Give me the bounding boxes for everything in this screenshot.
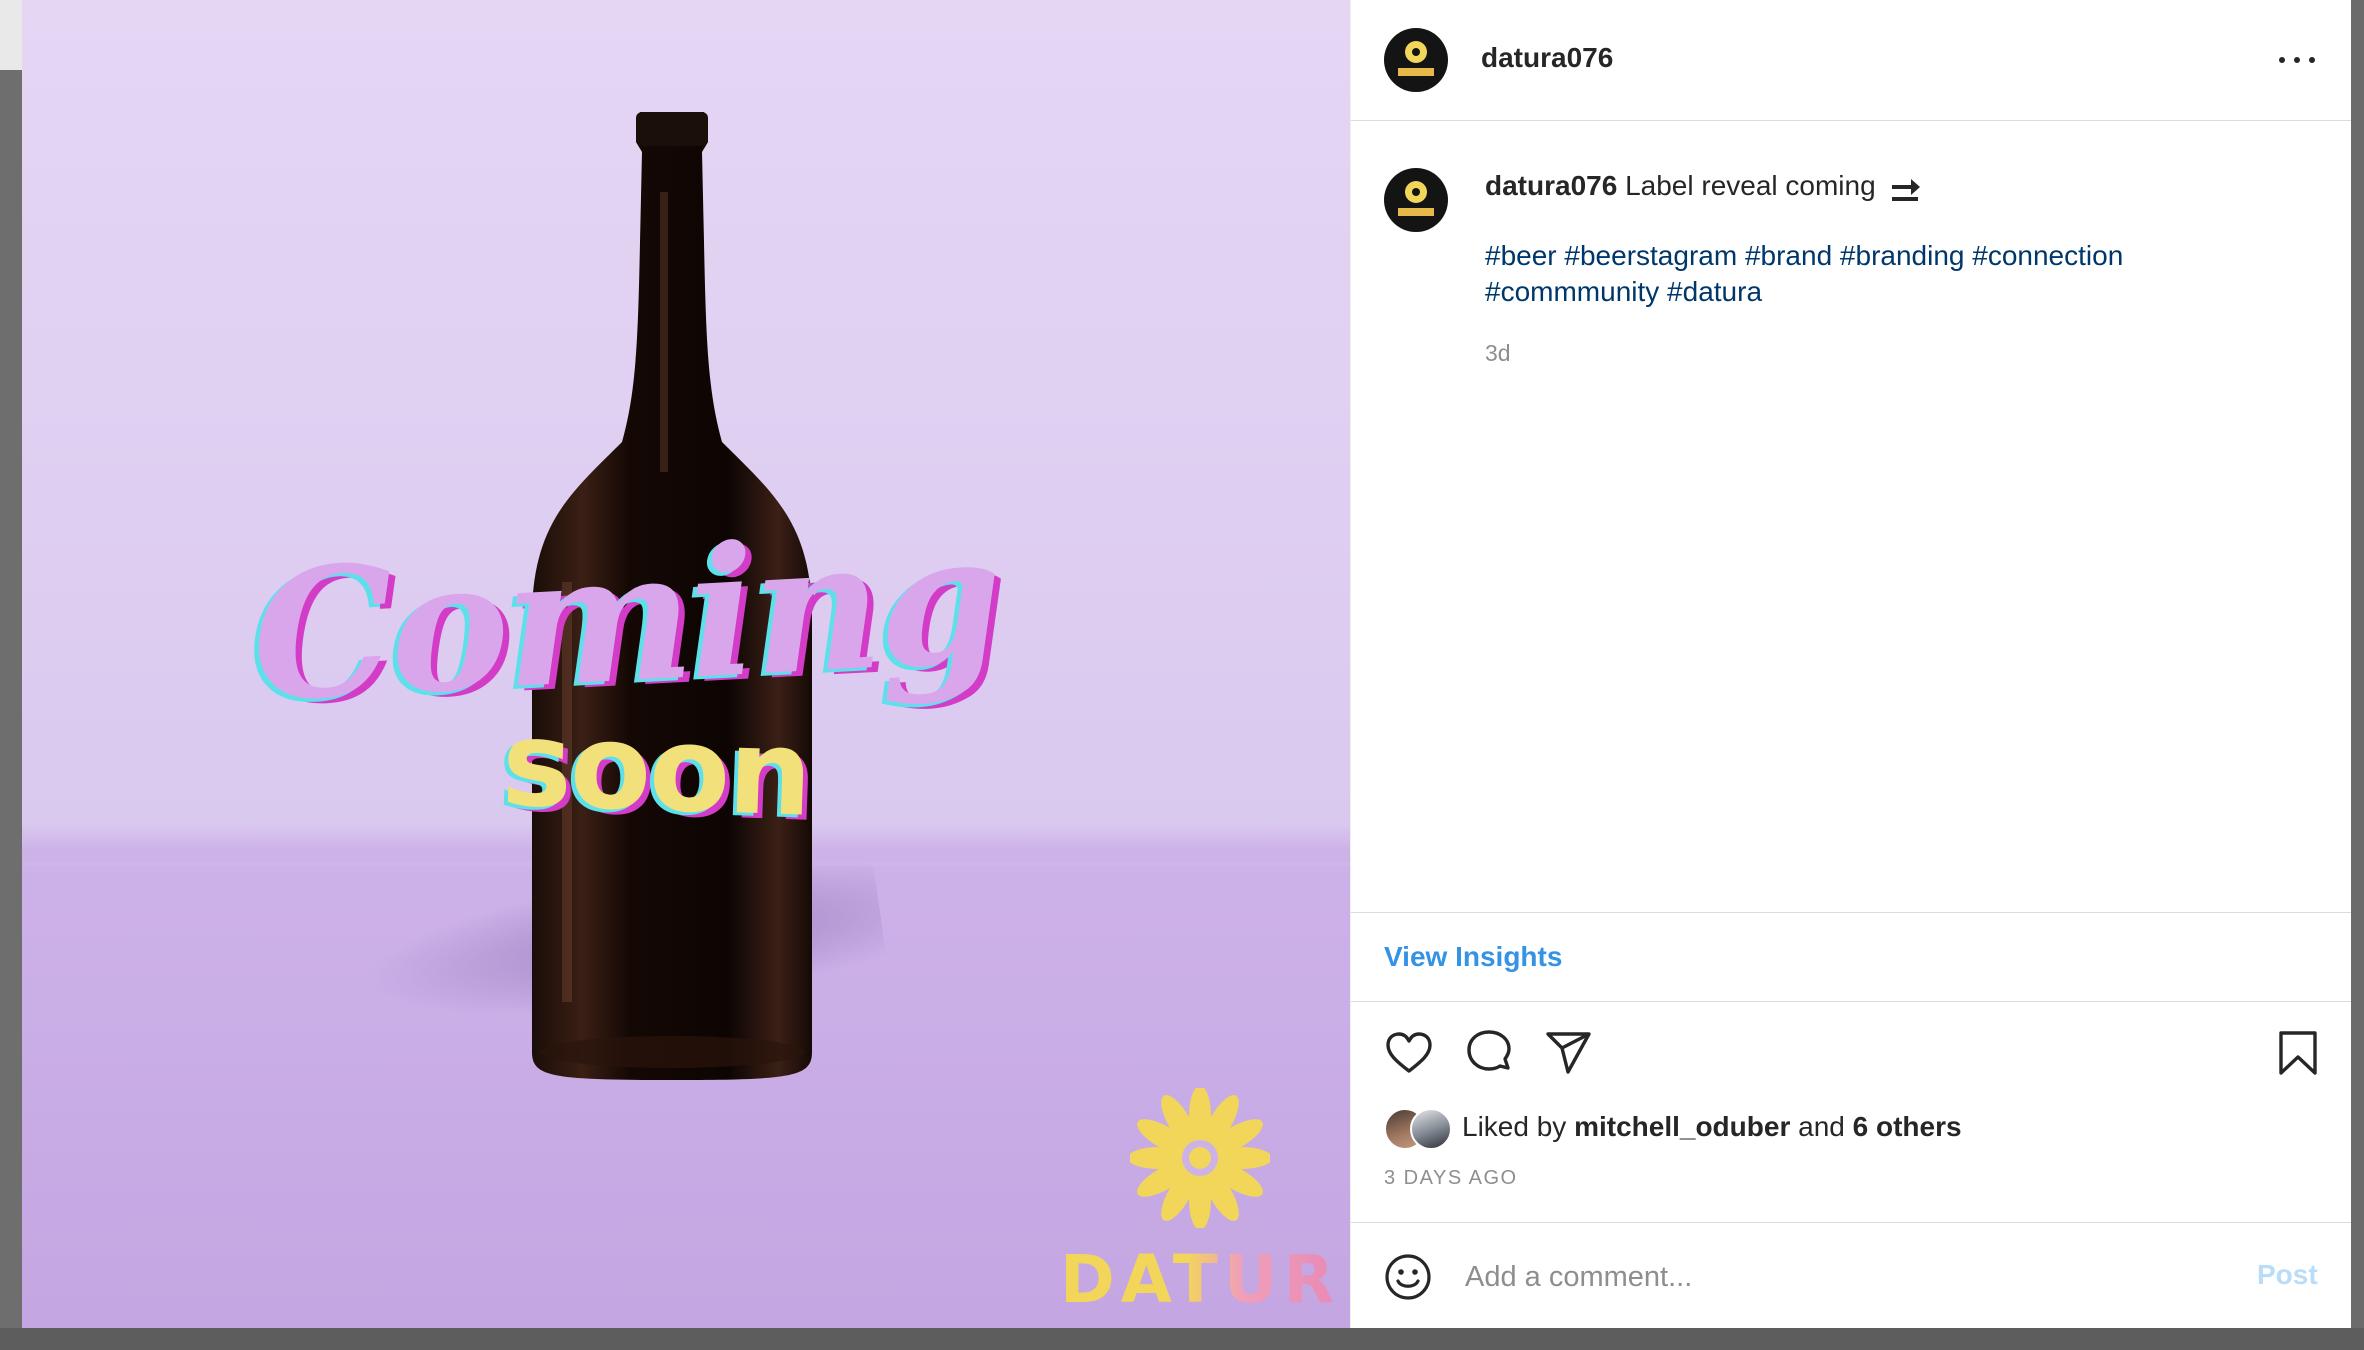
smiley-icon[interactable]: [1384, 1253, 1432, 1301]
likes-summary: Liked by mitchell_oduber and 6 others: [1384, 1106, 2324, 1150]
hashtag[interactable]: #commmunity: [1485, 276, 1659, 307]
post-header: datura076: [1351, 0, 2351, 121]
caption-avatar[interactable]: [1384, 168, 1448, 232]
comment-bubble-icon[interactable]: [1464, 1028, 1514, 1078]
heart-icon[interactable]: [1384, 1028, 1434, 1078]
action-bar: [1351, 1002, 2351, 1102]
hashtag[interactable]: #connection: [1972, 240, 2123, 271]
header-username[interactable]: datura076: [1481, 38, 1613, 78]
soon-subheadline: soon: [499, 694, 813, 843]
more-options-icon[interactable]: [2273, 40, 2321, 80]
hashtag[interactable]: #branding: [1840, 240, 1965, 271]
hashtag[interactable]: #datura: [1667, 276, 1762, 307]
hashtag[interactable]: #beer: [1485, 240, 1557, 271]
likes-text: Liked by mitchell_oduber and 6 others: [1462, 1108, 1962, 1146]
view-insights-link[interactable]: View Insights: [1384, 939, 1562, 975]
backdrop-window-edge: [0, 0, 22, 70]
datura-avatar-logo-icon: [1398, 181, 1434, 216]
comment-input[interactable]: [1463, 1251, 2207, 1303]
backdrop: [0, 0, 22, 1350]
caption-area: datura076 Label reveal coming #beer #bee…: [1351, 120, 2351, 912]
hashtag[interactable]: #beerstagram: [1564, 240, 1737, 271]
hashtag-list: #beer #beerstagram #brand #branding #con…: [1485, 238, 2305, 310]
post-media[interactable]: Coming soon DATURA: [22, 0, 1350, 1328]
backdrop-right-edge: [2350, 0, 2364, 1350]
first-liker-link[interactable]: mitchell_oduber: [1574, 1111, 1790, 1142]
likes-conjunction: and: [1798, 1111, 1845, 1142]
caption-body: Label reveal coming: [1625, 170, 1876, 201]
soon-arrow-emoji-icon: [1892, 178, 1921, 201]
datura-sun-logo-icon: [1130, 1088, 1270, 1228]
datura-avatar-logo-icon: [1398, 41, 1434, 76]
bookmark-icon[interactable]: [2273, 1028, 2323, 1078]
caption-text: datura076 Label reveal coming: [1485, 166, 2305, 206]
liker-avatar[interactable]: [1410, 1108, 1452, 1150]
comment-bar: Post: [1351, 1222, 2351, 1329]
avatar[interactable]: [1384, 28, 1448, 92]
caption-username[interactable]: datura076: [1485, 170, 1617, 201]
paper-plane-icon[interactable]: [1544, 1028, 1594, 1078]
insights-bar: View Insights: [1351, 912, 2351, 1002]
caption-age: 3d: [1485, 340, 1511, 366]
others-likes-link[interactable]: 6 others: [1853, 1111, 1962, 1142]
likes-prefix: Liked by: [1462, 1111, 1567, 1142]
backdrop-bottom-edge: [0, 1328, 2364, 1350]
post-comment-button[interactable]: Post: [2257, 1255, 2318, 1295]
hashtag[interactable]: #brand: [1745, 240, 1832, 271]
post-side-panel: datura076 datura076 Label reveal coming: [1350, 0, 2351, 1328]
datura-wordmark: DATURA: [1060, 1241, 1350, 1318]
post-timestamp: 3 DAYS AGO: [1384, 1167, 1518, 1189]
